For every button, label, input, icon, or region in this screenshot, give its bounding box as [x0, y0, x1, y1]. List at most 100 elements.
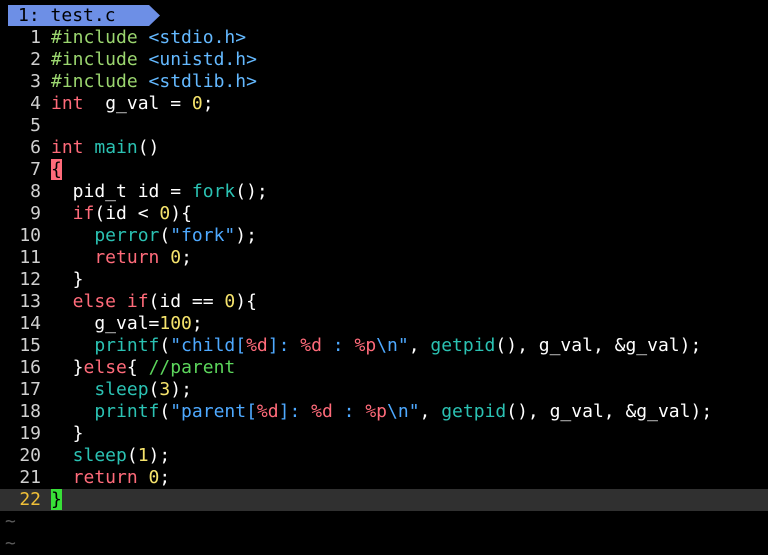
line-number: 3: [30, 71, 41, 92]
code-token: 1: [137, 445, 149, 466]
code-token: ){: [170, 203, 192, 224]
code-token: ,: [419, 401, 442, 422]
code-token: \n": [387, 401, 420, 422]
code-line[interactable]: 14 g_val=100;: [0, 313, 768, 335]
code-editor[interactable]: 1 #include <stdio.h> 2 #include <unistd.h> 3…: [0, 27, 768, 555]
code-token: sleep: [51, 379, 149, 400]
code-line[interactable]: 4 int g_val = 0;: [0, 93, 768, 115]
code-token: );: [170, 379, 192, 400]
code-line[interactable]: 19 }: [0, 423, 768, 445]
line-code: perror("fork");: [51, 225, 257, 246]
line-number: 6: [30, 137, 41, 158]
code-token: getpid: [430, 335, 496, 356]
line-code: #include <stdio.h>: [51, 27, 246, 48]
code-line[interactable]: 21 return 0;: [0, 467, 768, 489]
line-number: 17: [19, 379, 41, 400]
code-token: }: [51, 489, 62, 510]
code-token: %p: [365, 401, 388, 422]
code-token: "child[: [170, 335, 247, 356]
line-number: 7: [30, 159, 41, 180]
tab-filename: test.c: [50, 5, 116, 26]
line-code: {: [51, 159, 62, 180]
code-token: (), g_val, &g_val);: [506, 401, 713, 422]
code-token: if: [51, 203, 95, 224]
code-token: 0: [170, 247, 182, 268]
line-code: }: [51, 269, 84, 290]
code-token: %d: [246, 335, 268, 356]
line-code: int main(): [51, 137, 159, 158]
code-token: #include: [51, 71, 149, 92]
line-number: 12: [19, 269, 41, 290]
code-token: %d: [311, 401, 333, 422]
line-number: 14: [19, 313, 41, 334]
code-token: else: [83, 357, 127, 378]
tab-test-c[interactable]: 1: test.c: [8, 5, 160, 26]
code-line[interactable]: 11 return 0;: [0, 247, 768, 269]
code-line[interactable]: 12 }: [0, 269, 768, 291]
code-token: ]:: [267, 335, 301, 356]
empty-buffer-tilde: ~: [5, 533, 16, 554]
code-line[interactable]: 15 printf("child[%d]: %d : %p\n", getpid…: [0, 335, 768, 357]
code-token: //parent: [148, 357, 236, 378]
line-code: printf("child[%d]: %d : %p\n", getpid(),…: [51, 335, 701, 356]
code-token: }: [51, 357, 84, 378]
line-code: else if(id == 0){: [51, 291, 257, 312]
code-line[interactable]: 16 }else{ //parent: [0, 357, 768, 379]
line-number: 5: [30, 115, 41, 136]
line-number: 21: [19, 467, 41, 488]
line-number: 13: [19, 291, 41, 312]
code-token: sleep: [51, 445, 127, 466]
code-token: ;: [181, 247, 192, 268]
code-token: 0: [224, 291, 236, 312]
code-token: (: [159, 335, 171, 356]
code-line[interactable]: 1 #include <stdio.h>: [0, 27, 768, 49]
code-token: "parent[: [170, 401, 257, 422]
empty-buffer-tilde: ~: [5, 511, 16, 532]
code-token: }: [51, 423, 84, 444]
code-line[interactable]: 6 int main(): [0, 137, 768, 159]
line-code: if(id < 0){: [51, 203, 192, 224]
code-token: "fork": [170, 225, 236, 246]
code-token: (: [148, 379, 160, 400]
code-line[interactable]: 2 #include <unistd.h>: [0, 49, 768, 71]
code-line[interactable]: 17 sleep(3);: [0, 379, 768, 401]
line-number: 1: [30, 27, 41, 48]
code-token: getpid: [441, 401, 507, 422]
code-token: <stdlib.h>: [148, 71, 257, 92]
code-token: %d: [300, 335, 322, 356]
code-token: \n": [376, 335, 409, 356]
code-token: ;: [191, 313, 203, 334]
code-line[interactable]: 20 sleep(1);: [0, 445, 768, 467]
line-number: 19: [19, 423, 41, 444]
code-token: return: [51, 467, 138, 488]
code-token: 0: [159, 203, 171, 224]
code-token: printf: [51, 335, 160, 356]
line-code: printf("parent[%d]: %d : %p\n", getpid()…: [51, 401, 712, 422]
code-line[interactable]: 8 pid_t id = fork();: [0, 181, 768, 203]
code-token: (id ==: [148, 291, 225, 312]
code-line[interactable]: 13 else if(id == 0){: [0, 291, 768, 313]
line-number: 16: [19, 357, 41, 378]
code-token: ,: [408, 335, 431, 356]
code-line[interactable]: 9 if(id < 0){: [0, 203, 768, 225]
code-token: ]:: [278, 401, 312, 422]
code-token: 3: [159, 379, 171, 400]
code-line[interactable]: 3 #include <stdlib.h>: [0, 71, 768, 93]
code-token: pid_t id =: [51, 181, 192, 202]
code-line[interactable]: 18 printf("parent[%d]: %d : %p\n", getpi…: [0, 401, 768, 423]
line-number: 2: [30, 49, 41, 70]
code-token: return: [51, 247, 160, 268]
line-code: sleep(1);: [51, 445, 171, 466]
code-token: g_val=: [51, 313, 160, 334]
code-token: ){: [235, 291, 257, 312]
code-token: 0: [148, 467, 160, 488]
code-line[interactable]: 22}: [0, 489, 768, 511]
code-token: ;: [202, 93, 214, 114]
line-code: sleep(3);: [51, 379, 192, 400]
code-line[interactable]: 5: [0, 115, 768, 137]
line-code: return 0;: [51, 247, 192, 268]
code-token: main: [94, 137, 138, 158]
code-line[interactable]: 7{: [0, 159, 768, 181]
code-line[interactable]: 10 perror("fork");: [0, 225, 768, 247]
code-token: }: [51, 269, 84, 290]
